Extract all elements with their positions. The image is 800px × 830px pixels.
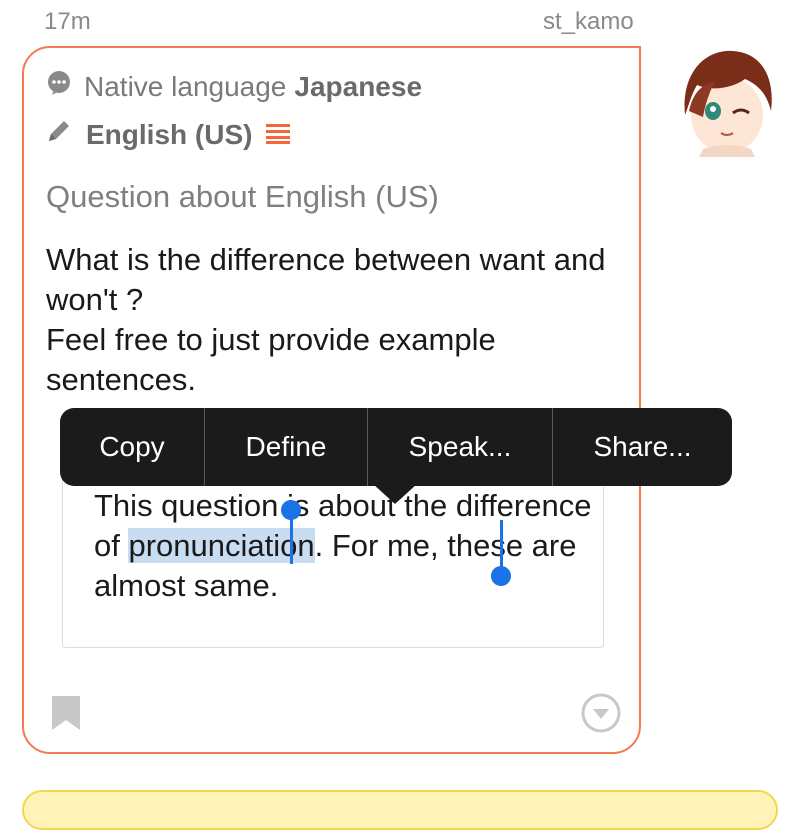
answer-text[interactable]: This question is about the difference of…: [94, 486, 594, 606]
menu-copy[interactable]: Copy: [60, 408, 204, 486]
question-body[interactable]: What is the difference between want and …: [46, 240, 626, 400]
context-menu-arrow: [373, 484, 417, 504]
selection-end-handle[interactable]: [491, 566, 511, 586]
selection-end-handle-line[interactable]: [500, 520, 503, 572]
pencil-icon: [46, 118, 72, 151]
next-card: [22, 790, 778, 830]
selected-text[interactable]: pronunciation: [128, 528, 315, 563]
menu-speak[interactable]: Speak...: [367, 408, 552, 486]
studying-language-row: English (US): [46, 118, 291, 151]
context-menu: Copy Define Speak... Share...: [60, 408, 732, 486]
bookmark-icon[interactable]: [52, 696, 80, 735]
native-language-value: Japanese: [294, 70, 423, 102]
level-bars-icon[interactable]: [266, 119, 291, 151]
avatar[interactable]: [675, 45, 779, 157]
question-title: Question about English (US): [46, 179, 439, 214]
selection-start-handle[interactable]: [281, 500, 301, 520]
menu-share[interactable]: Share...: [552, 408, 732, 486]
studying-language-value: English (US): [86, 118, 253, 150]
native-language-label: Native language: [84, 70, 287, 102]
speech-bubble-icon: [46, 70, 72, 103]
chevron-down-circle-icon[interactable]: [580, 692, 622, 739]
post-time: 17m: [44, 8, 91, 35]
menu-define[interactable]: Define: [204, 408, 367, 486]
username[interactable]: st_kamo: [543, 8, 634, 36]
native-language-row: Native language Japanese: [46, 70, 422, 103]
